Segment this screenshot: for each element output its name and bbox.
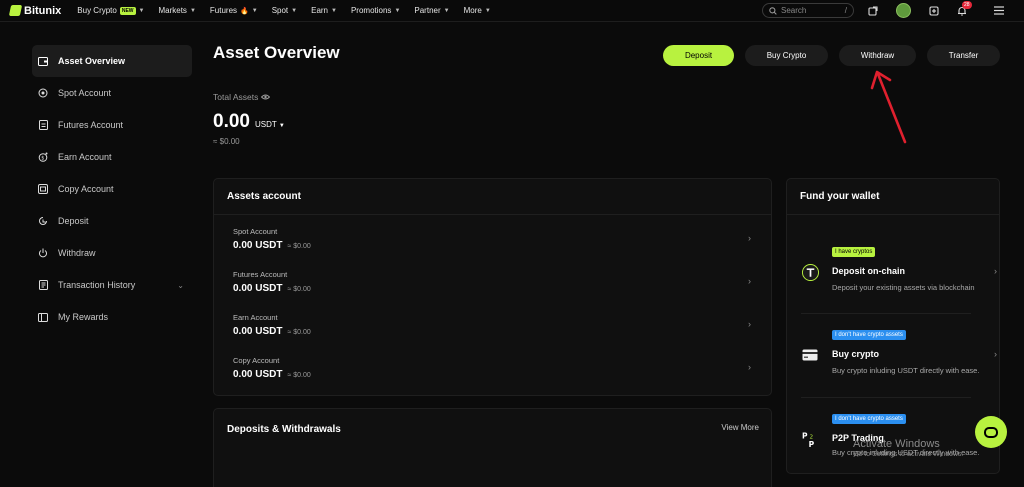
spot-icon [38, 88, 48, 98]
assets-account-panel: Assets account Spot Account 0.00 USDT ≈ $… [213, 178, 772, 396]
eye-icon[interactable] [261, 94, 271, 100]
caret-down-icon: ▼ [443, 7, 450, 14]
caret-down-icon: ▼ [331, 7, 337, 14]
search-input[interactable]: Search / [762, 3, 854, 18]
divider [801, 397, 971, 398]
nav-earn[interactable]: Earn ▼ [311, 6, 337, 15]
chevron-right-icon: › [994, 266, 997, 276]
hamburger-menu-icon[interactable] [992, 4, 1005, 17]
brand-name: Bitunix [24, 4, 62, 17]
deposit-button[interactable]: Deposit [663, 45, 734, 66]
assets-account-title: Assets account [214, 179, 771, 215]
sidebar-item-my-rewards[interactable]: My Rewards [32, 301, 192, 333]
svg-text:P: P [808, 440, 814, 448]
view-more-link[interactable]: View More [721, 423, 759, 432]
total-assets-label: Total Assets [213, 92, 271, 102]
fund-tag: I have cryptos [832, 247, 876, 257]
nav-markets[interactable]: Markets ▼ [158, 6, 195, 15]
sidebar-item-earn-account[interactable]: $ Earn Account [32, 141, 192, 173]
sidebar-item-spot-account[interactable]: Spot Account [32, 77, 192, 109]
caret-down-icon: ▼ [189, 7, 196, 14]
withdraw-icon [38, 248, 48, 258]
nav-more[interactable]: More ▼ [464, 6, 491, 15]
notification-count: 28 [962, 1, 972, 9]
fund-option-deposit-onchain[interactable]: I have cryptos Deposit on-chain Deposit … [801, 247, 997, 307]
tether-icon [801, 263, 819, 281]
search-placeholder: Search [781, 6, 807, 15]
search-shortcut: / [844, 6, 847, 15]
caret-down-icon: ▼ [138, 7, 145, 14]
nav-futures[interactable]: Futures 🔥 ▼ [210, 6, 258, 15]
fund-wallet-title: Fund your wallet [787, 179, 999, 215]
sidebar-item-deposit[interactable]: Deposit [32, 205, 192, 237]
divider [801, 313, 971, 314]
withdraw-button[interactable]: Withdraw [839, 45, 916, 66]
nav-promotions[interactable]: Promotions ▼ [351, 6, 400, 15]
caret-down-icon: ▼ [251, 7, 258, 14]
account-row-futures[interactable]: Futures Account 0.00 USDT ≈ $0.00 › [214, 258, 771, 301]
sidebar-item-futures-account[interactable]: Futures Account [32, 109, 192, 141]
logo-mark-icon [8, 5, 23, 16]
fund-option-buy-crypto[interactable]: I don't have crypto assets Buy crypto Bu… [801, 330, 997, 390]
top-navigation-bar: Bitunix Buy Crypto NEW ▼ Markets ▼ Futur… [0, 0, 1024, 22]
credit-card-icon [801, 346, 819, 364]
sidebar: Asset Overview Spot Account Futures Acco… [32, 45, 192, 333]
chevron-right-icon: › [748, 276, 751, 286]
chevron-down-icon: ⌄ [177, 280, 184, 290]
fund-tag: I don't have crypto assets [832, 330, 906, 340]
p2p-icon: PP2 [801, 430, 819, 448]
svg-text:P: P [802, 431, 808, 440]
chevron-right-icon: › [748, 362, 751, 372]
futures-icon [38, 120, 48, 130]
nav-spot[interactable]: Spot ▼ [272, 6, 297, 15]
download-icon[interactable] [927, 4, 940, 17]
windows-activation-watermark: Activate Windows Go to Settings to activ… [853, 438, 964, 458]
page-title: Asset Overview [213, 43, 340, 62]
search-icon [769, 6, 777, 15]
sidebar-item-withdraw[interactable]: Withdraw [32, 237, 192, 269]
flame-icon: 🔥 [240, 7, 249, 15]
main-nav: Buy Crypto NEW ▼ Markets ▼ Futures 🔥 ▼ S… [77, 6, 490, 15]
caret-down-icon: ▼ [394, 7, 401, 14]
caret-down-icon: ▼ [484, 7, 491, 14]
account-row-spot[interactable]: Spot Account 0.00 USDT ≈ $0.00 › [214, 215, 771, 258]
chevron-right-icon: › [994, 349, 997, 359]
fund-wallet-panel: Fund your wallet I have cryptos Deposit … [786, 178, 1000, 474]
currency-selector[interactable]: USDT ▼ [255, 120, 285, 129]
live-chat-button[interactable] [975, 416, 1007, 448]
svg-text:2: 2 [809, 434, 813, 440]
wallet-icon [38, 56, 48, 66]
copy-icon [38, 184, 48, 194]
sidebar-item-copy-account[interactable]: Copy Account [32, 173, 192, 205]
sidebar-item-transaction-history[interactable]: Transaction History ⌄ [32, 269, 192, 301]
deposits-withdrawals-title: Deposits & Withdrawals [227, 423, 341, 435]
share-icon[interactable] [866, 4, 879, 17]
caret-down-icon: ▼ [278, 123, 285, 129]
total-assets-approx: ≈ $0.00 [213, 137, 240, 146]
caret-down-icon: ▼ [291, 7, 298, 14]
earn-icon: $ [38, 152, 48, 162]
chevron-right-icon: › [748, 319, 751, 329]
annotation-arrow-icon [870, 70, 907, 144]
chevron-right-icon: › [748, 233, 751, 243]
brand-logo[interactable]: Bitunix [8, 4, 62, 17]
fund-tag: I don't have crypto assets [832, 414, 906, 424]
svg-text:$: $ [41, 156, 44, 162]
deposit-icon [38, 216, 48, 226]
nav-buy-crypto[interactable]: Buy Crypto NEW ▼ [77, 6, 144, 15]
sidebar-item-asset-overview[interactable]: Asset Overview [32, 45, 192, 77]
nav-partner[interactable]: Partner ▼ [414, 6, 449, 15]
account-row-earn[interactable]: Earn Account 0.00 USDT ≈ $0.00 › [214, 301, 771, 344]
rewards-icon [38, 312, 48, 322]
account-row-copy[interactable]: Copy Account 0.00 USDT ≈ $0.00 › [214, 344, 771, 387]
deposits-withdrawals-panel: Deposits & Withdrawals View More [213, 408, 772, 487]
transfer-button[interactable]: Transfer [927, 45, 1000, 66]
notification-bell-icon[interactable]: 28 [955, 1, 972, 17]
avatar[interactable] [896, 3, 911, 18]
history-icon [38, 280, 48, 290]
new-badge: NEW [119, 6, 136, 15]
buy-crypto-button[interactable]: Buy Crypto [745, 45, 828, 66]
chat-icon [984, 426, 998, 438]
total-assets-amount: 0.00 USDT ▼ [213, 111, 285, 132]
